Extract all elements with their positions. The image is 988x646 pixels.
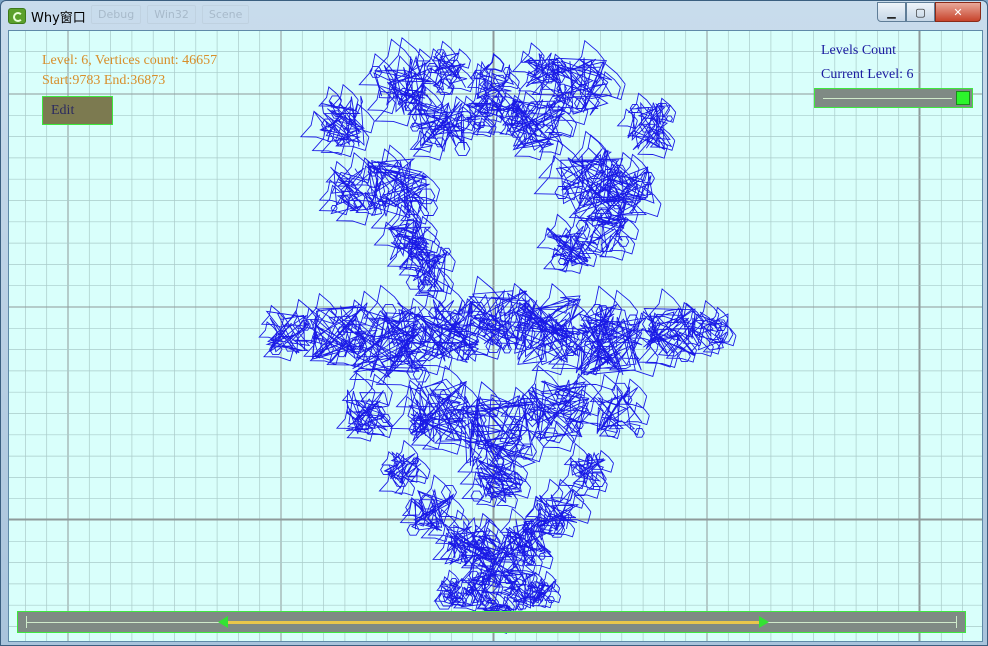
fractal-drawing [258, 36, 737, 634]
range-slider-cap-left [26, 616, 27, 628]
edit-button[interactable]: Edit [42, 96, 113, 125]
window-title: Why窗口 [31, 11, 86, 26]
range-end-handle[interactable] [759, 616, 770, 628]
background-toolbar: Debug Win32 Scene [91, 4, 861, 24]
level-slider-track [823, 98, 952, 99]
background-toolbar-item: Scene [201, 4, 250, 24]
vertex-range-slider[interactable] [17, 611, 966, 633]
minimize-icon: ▁ [887, 5, 896, 19]
levels-count-label: Levels Count [821, 43, 897, 58]
current-level-label: Current Level: 6 [821, 67, 914, 82]
window-controls: ▁ ▢ ✕ [877, 2, 981, 22]
fractal-curve [258, 36, 737, 634]
maximize-icon: ▢ [915, 5, 926, 19]
level-slider[interactable] [814, 88, 973, 108]
render-canvas[interactable]: Level: 6, Vertices count: 46657 Start:97… [8, 30, 983, 642]
range-start-handle[interactable] [217, 616, 228, 628]
level-slider-thumb[interactable] [956, 91, 970, 105]
app-window: Why窗口 Debug Win32 Scene ▁ ▢ ✕ Level: 6, … [0, 0, 988, 646]
title-bar[interactable]: Why窗口 Debug Win32 Scene ▁ ▢ ✕ [1, 1, 987, 29]
close-button[interactable]: ✕ [935, 2, 981, 22]
maximize-button[interactable]: ▢ [906, 2, 935, 22]
range-selection [227, 621, 760, 624]
info-level-text: Level: 6, Vertices count: 46657 [42, 53, 218, 68]
background-toolbar-item: Win32 [147, 4, 196, 24]
minimize-button[interactable]: ▁ [877, 2, 906, 22]
info-range-text: Start:9783 End:36873 [42, 73, 166, 88]
close-icon: ✕ [953, 5, 963, 19]
app-icon [8, 8, 26, 24]
background-toolbar-item: Debug [91, 4, 142, 24]
range-slider-cap-right [956, 616, 957, 628]
